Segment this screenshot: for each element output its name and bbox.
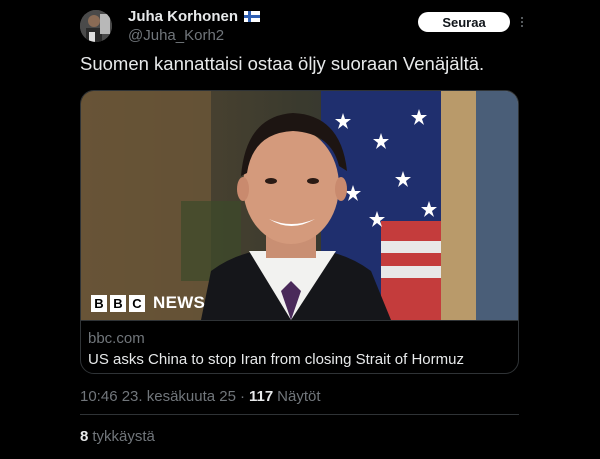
link-card[interactable]: B B C NEWS bbc.com US asks China to stop… (80, 90, 519, 374)
divider (80, 414, 519, 415)
author-name-row[interactable]: Juha Korhonen (128, 8, 261, 25)
tweet-timestamp[interactable]: 10:46 23. kesäkuuta 25 (80, 388, 236, 405)
meta-separator: · (239, 388, 245, 405)
link-card-image[interactable]: B B C NEWS (81, 91, 518, 320)
follow-button[interactable]: Seuraa (418, 12, 510, 32)
finland-flag-icon (244, 11, 261, 22)
likes-label: tykkäystä (92, 428, 155, 445)
tweet-meta-row: 10:46 23. kesäkuuta 25 · 117 Näytöt (80, 388, 321, 405)
link-card-meta[interactable]: bbc.com US asks China to stop Iran from … (81, 320, 518, 373)
bbc-logo-news: NEWS (153, 293, 206, 312)
author-display-name[interactable]: Juha Korhonen (128, 8, 238, 25)
bbc-logo-letter: C (129, 294, 145, 312)
views-label: Näytöt (277, 388, 321, 405)
link-card-domain: bbc.com (88, 330, 145, 347)
bbc-news-logo: B B C NEWS (91, 293, 205, 313)
news-photo (81, 91, 518, 320)
bbc-logo-letter: B (110, 294, 126, 312)
likes-row[interactable]: 8 tykkäystä (80, 428, 155, 445)
more-vertical-icon[interactable] (518, 14, 526, 30)
bbc-logo-letter: B (91, 294, 107, 312)
author-handle[interactable]: @Juha_Korh2 (128, 27, 224, 44)
views-count: 117 (248, 388, 274, 405)
avatar-image (80, 10, 112, 42)
link-card-title[interactable]: US asks China to stop Iran from closing … (88, 351, 464, 368)
likes-count: 8 (80, 428, 89, 445)
avatar[interactable] (80, 10, 112, 42)
tweet-text: Suomen kannattaisi ostaa öljy suoraan Ve… (80, 53, 485, 74)
